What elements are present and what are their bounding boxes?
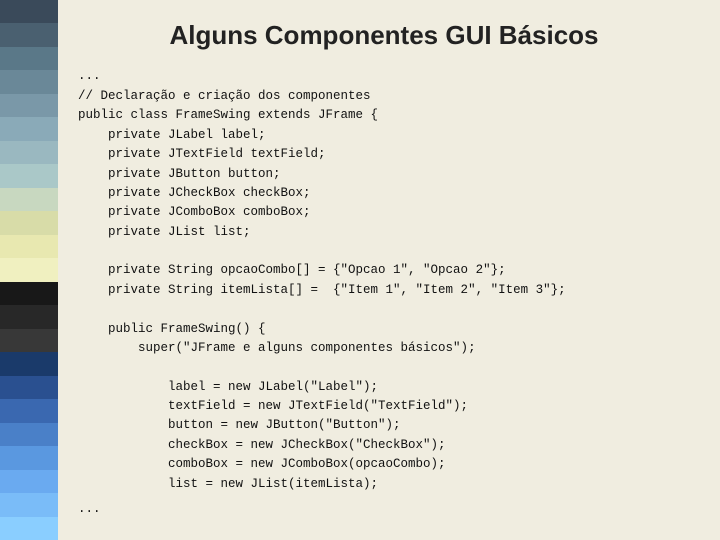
sidebar-color-20 — [0, 446, 58, 469]
code-line-2: public class FrameSwing extends JFrame { — [78, 108, 378, 122]
main-content: Alguns Componentes GUI Básicos ... // De… — [58, 0, 720, 540]
sidebar — [0, 0, 58, 540]
sidebar-color-5 — [0, 94, 58, 117]
code-line-17: textField = new JTextField("TextField"); — [78, 399, 468, 413]
code-line-16: label = new JLabel("Label"); — [78, 380, 378, 394]
code-line-19: checkBox = new JCheckBox("CheckBox"); — [78, 438, 446, 452]
sidebar-color-13 — [0, 282, 58, 305]
sidebar-color-3 — [0, 47, 58, 70]
sidebar-color-18 — [0, 399, 58, 422]
sidebar-color-23 — [0, 517, 58, 540]
ellipsis-bottom: ... — [78, 502, 690, 516]
ellipsis-top: ... — [78, 69, 690, 83]
sidebar-color-14 — [0, 305, 58, 328]
sidebar-color-2 — [0, 23, 58, 46]
code-line-13: public FrameSwing() { — [78, 322, 266, 336]
code-line-4: private JTextField textField; — [78, 147, 326, 161]
code-line-21: list = new JList(itemLista); — [78, 477, 378, 491]
code-line-8: private JList list; — [78, 225, 251, 239]
sidebar-color-11 — [0, 235, 58, 258]
code-line-11: private String itemLista[] = {"Item 1", … — [78, 283, 566, 297]
sidebar-color-15 — [0, 329, 58, 352]
sidebar-color-21 — [0, 470, 58, 493]
sidebar-color-6 — [0, 117, 58, 140]
sidebar-color-16 — [0, 352, 58, 375]
slide-title: Alguns Componentes GUI Básicos — [78, 20, 690, 51]
sidebar-color-7 — [0, 141, 58, 164]
code-line-6: private JCheckBox checkBox; — [78, 186, 311, 200]
sidebar-color-8 — [0, 164, 58, 187]
code-line-14: super("JFrame e alguns componentes básic… — [78, 341, 476, 355]
sidebar-color-12 — [0, 258, 58, 281]
sidebar-color-22 — [0, 493, 58, 516]
code-line-1: // Declaração e criação dos componentes — [78, 89, 371, 103]
sidebar-color-4 — [0, 70, 58, 93]
sidebar-color-9 — [0, 188, 58, 211]
code-line-20: comboBox = new JComboBox(opcaoCombo); — [78, 457, 446, 471]
code-line-5: private JButton button; — [78, 167, 281, 181]
sidebar-color-1 — [0, 0, 58, 23]
code-line-3: private JLabel label; — [78, 128, 266, 142]
code-line-10: private String opcaoCombo[] = {"Opcao 1"… — [78, 263, 506, 277]
code-line-7: private JComboBox comboBox; — [78, 205, 311, 219]
code-block: // Declaração e criação dos componentes … — [78, 87, 690, 494]
code-line-18: button = new JButton("Button"); — [78, 418, 401, 432]
sidebar-color-19 — [0, 423, 58, 446]
sidebar-color-10 — [0, 211, 58, 234]
sidebar-color-17 — [0, 376, 58, 399]
